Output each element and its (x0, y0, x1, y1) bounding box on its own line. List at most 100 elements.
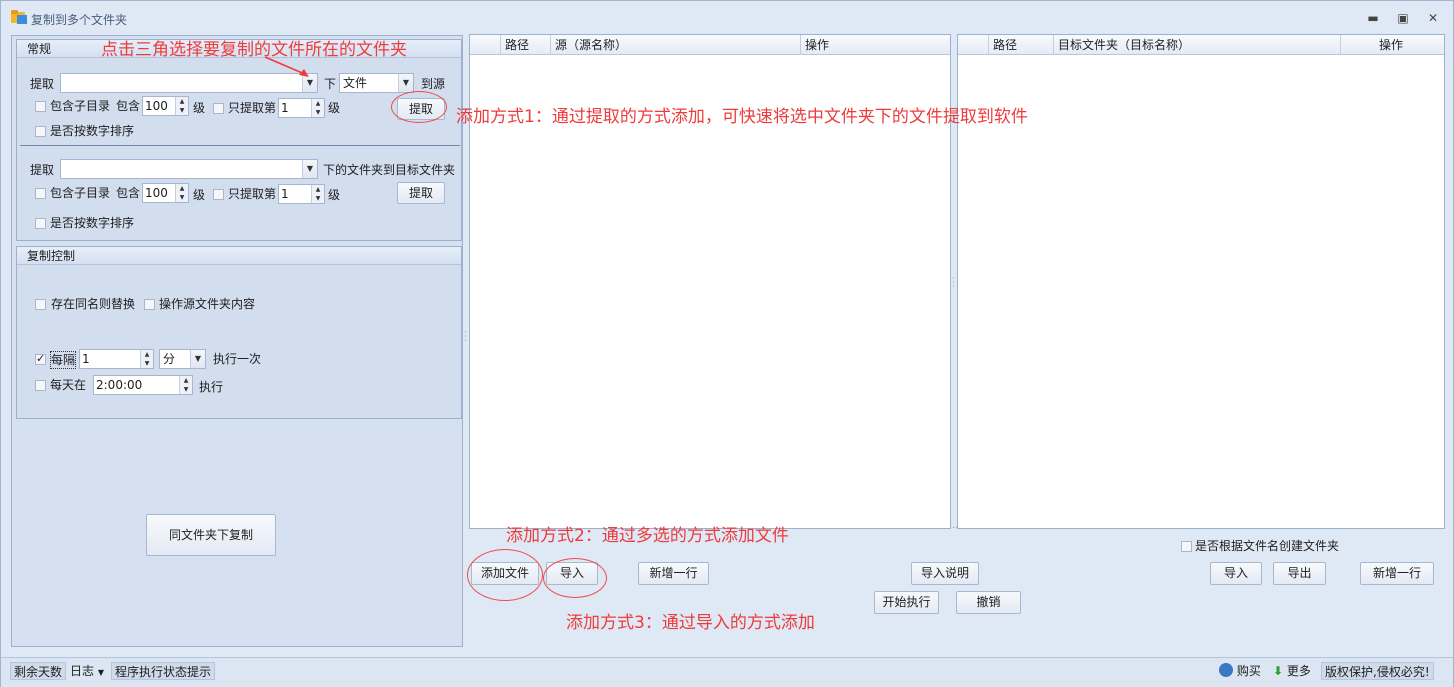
numeric-sort-label-2: 是否按数字排序 (50, 216, 135, 230)
create-folder-label: 是否根据文件名创建文件夹 (1195, 539, 1340, 553)
source-grid-header: 路径 源（源名称） 操作 (470, 35, 950, 55)
target-import-button[interactable]: 导入 (1210, 562, 1262, 585)
numeric-sort-checkbox-2[interactable] (35, 218, 46, 229)
status-hint: 程序执行状态提示 (111, 662, 216, 680)
spinner-arrows-icon[interactable]: ▲ ▼ (175, 184, 188, 202)
status-bar: 剩余天数 日志 ▼ 程序执行状态提示 购买 ⬇ 更多 版权保护,侵权必究! (1, 657, 1453, 687)
extract-label: 提取 (30, 77, 55, 91)
only-extract-checkbox-2[interactable] (213, 189, 224, 200)
annotation-method3: 添加方式3：通过导入的方式添加 (566, 613, 815, 633)
restore-icon[interactable]: ▣ (1395, 11, 1411, 25)
replace-same-name-label: 存在同名则替换 (51, 297, 136, 311)
level-label-2: 级 (193, 188, 206, 202)
annotation-method2: 添加方式2：通过多选的方式添加文件 (506, 526, 789, 546)
operate-source-label: 操作源文件夹内容 (159, 297, 256, 311)
chevron-down-icon[interactable]: ▼ (398, 74, 413, 92)
download-arrow-icon: ⬇ (1273, 664, 1284, 678)
vertical-splitter-handle-2[interactable]: · · · (952, 275, 955, 291)
annotation-circle-import (543, 558, 607, 598)
every-label: 每隔 (50, 351, 77, 369)
annotation-circle-add-file (467, 549, 543, 601)
extract-type-select[interactable]: 文件 ▼ (339, 73, 414, 93)
annotation-arrow (264, 56, 309, 77)
app-window: 复制到多个文件夹 ▬ ▣ ✕ 常规 提取 ▼ 下 文件 ▼ 到源 包含子目录 包… (0, 0, 1454, 687)
only-level-spinner-2[interactable]: 1 ▲ ▼ (278, 184, 325, 204)
target-grid-header: 路径 目标文件夹（目标名称） 操作 (958, 35, 1444, 55)
days-left-label: 剩余天数 (10, 662, 67, 680)
close-icon[interactable]: ✕ (1425, 11, 1441, 25)
level2-label-2: 级 (328, 188, 341, 202)
include-subdir-label-2: 包含子目录 (50, 186, 111, 200)
spinner-arrows-icon[interactable]: ▲ ▼ (179, 376, 192, 394)
cancel-button[interactable]: 撤销 (956, 591, 1021, 614)
level2-label: 级 (328, 101, 341, 115)
include-label-2: 包含 (116, 186, 141, 200)
caret-down-icon: ▼ (97, 668, 104, 677)
target-add-row-button[interactable]: 新增一行 (1360, 562, 1434, 585)
copy-control-group: 复制控制 存在同名则替换 操作源文件夹内容 每隔 1 ▲▼ 分 ▼ 执行一次 每… (16, 246, 462, 419)
target-folder-combo[interactable]: ▼ (60, 159, 318, 179)
chevron-down-icon[interactable]: ▼ (190, 350, 205, 368)
col-path[interactable]: 路径 (988, 35, 1053, 55)
start-button[interactable]: 开始执行 (874, 591, 939, 614)
execute-label: 执行 (199, 380, 224, 394)
annotation-circle-extract (391, 91, 447, 123)
include-levels-spinner[interactable]: 100 ▲ ▼ (142, 96, 189, 116)
copyright-label: 版权保护,侵权必究! (1321, 662, 1434, 680)
every-checkbox[interactable] (35, 352, 46, 365)
col-operation[interactable]: 操作 (800, 35, 950, 55)
create-folder-checkbox[interactable] (1181, 541, 1192, 552)
log-label: 日志 (70, 664, 95, 678)
extract-label-2: 提取 (30, 163, 55, 177)
include-subdir-checkbox-2[interactable] (35, 188, 46, 199)
left-panel: 常规 提取 ▼ 下 文件 ▼ 到源 包含子目录 包含 100 ▲ ▼ 级 只提取第 (11, 35, 463, 647)
replace-same-name-checkbox[interactable] (35, 299, 46, 310)
annotation-triangle-hint: 点击三角选择要复制的文件所在的文件夹 (101, 40, 407, 60)
interval-unit-select[interactable]: 分 ▼ (159, 349, 206, 369)
folder-to-target-label: 下的文件夹到目标文件夹 (323, 163, 456, 177)
include-subdir-checkbox[interactable] (35, 101, 46, 112)
daily-checkbox[interactable] (35, 380, 46, 391)
execute-once-label: 执行一次 (213, 352, 262, 366)
chevron-down-icon[interactable]: ▼ (302, 160, 317, 178)
copy-control-header: 复制控制 (17, 247, 461, 265)
only-extract-label-2: 只提取第 (228, 187, 277, 201)
numeric-sort-checkbox[interactable] (35, 126, 46, 137)
import-help-button[interactable]: 导入说明 (911, 562, 979, 585)
title-bar: 复制到多个文件夹 ▬ ▣ ✕ (1, 1, 1453, 35)
general-group: 常规 提取 ▼ 下 文件 ▼ 到源 包含子目录 包含 100 ▲ ▼ 级 只提取第 (16, 39, 462, 241)
include-levels-spinner-2[interactable]: 100 ▲ ▼ (142, 183, 189, 203)
operate-source-checkbox[interactable] (144, 299, 155, 310)
only-extract-label: 只提取第 (228, 101, 277, 115)
log-dropdown[interactable]: 日志 ▼ (67, 662, 107, 680)
col-target-name[interactable]: 目标文件夹（目标名称） (1053, 35, 1340, 55)
include-label: 包含 (116, 99, 141, 113)
more-link[interactable]: ⬇ 更多 (1270, 662, 1314, 680)
add-row-button[interactable]: 新增一行 (638, 562, 709, 585)
target-export-button[interactable]: 导出 (1273, 562, 1326, 585)
spinner-arrows-icon[interactable]: ▲ ▼ (311, 99, 324, 117)
numeric-sort-label: 是否按数字排序 (50, 124, 135, 138)
include-subdir-label: 包含子目录 (50, 99, 111, 113)
spinner-arrows-icon[interactable]: ▲ ▼ (175, 97, 188, 115)
globe-icon (1219, 663, 1233, 677)
minimize-icon[interactable]: ▬ (1365, 11, 1381, 25)
daily-time-picker[interactable]: 2:00:00 ▲ ▼ (93, 375, 193, 395)
only-level-spinner[interactable]: 1 ▲ ▼ (278, 98, 325, 118)
spinner-arrows-icon[interactable]: ▲ ▼ (311, 185, 324, 203)
level-label: 级 (193, 101, 206, 115)
col-path[interactable]: 路径 (500, 35, 550, 55)
section-divider (20, 145, 460, 146)
same-folder-copy-button[interactable]: 同文件夹下复制 (146, 514, 276, 556)
annotation-method1: 添加方式1：通过提取的方式添加，可快速将选中文件夹下的文件提取到软件 (456, 107, 1028, 127)
col-source-name[interactable]: 源（源名称） (550, 35, 800, 55)
spinner-arrows-icon[interactable]: ▲ ▼ (140, 350, 153, 368)
col-operation[interactable]: 操作 (1340, 35, 1444, 55)
interval-spinner[interactable]: 1 ▲ ▼ (79, 349, 154, 369)
buy-link[interactable]: 购买 (1216, 662, 1264, 680)
to-source-label: 到源 (421, 77, 446, 91)
target-grid[interactable]: 路径 目标文件夹（目标名称） 操作 (957, 34, 1445, 529)
extract-button-2[interactable]: 提取 (397, 182, 445, 204)
vertical-splitter-handle[interactable]: · · · (464, 329, 467, 345)
only-extract-checkbox[interactable] (213, 103, 224, 114)
